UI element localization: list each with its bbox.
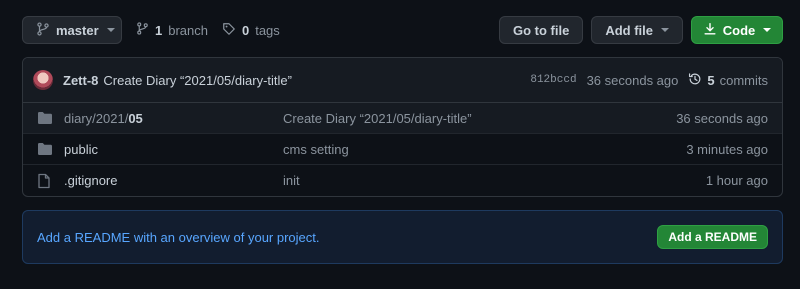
commit-history-link[interactable]: 5 commits — [688, 72, 768, 89]
file-browser: Zett-8 Create Diary “2021/05/diary-title… — [22, 57, 783, 197]
commit-word: commits — [719, 72, 768, 88]
commit-age: 36 seconds ago — [586, 72, 679, 88]
file-row[interactable]: public cms setting 3 minutes ago — [23, 134, 782, 165]
file-name[interactable]: .gitignore — [64, 173, 283, 188]
git-branch-icon — [36, 21, 50, 39]
file-commit-message[interactable]: init — [283, 173, 706, 188]
file-age: 1 hour ago — [705, 173, 768, 188]
branch-label: master — [56, 22, 99, 38]
code-button[interactable]: Code — [691, 16, 783, 44]
go-to-file-button[interactable]: Go to file — [498, 16, 584, 44]
file-commit-message[interactable]: cms setting — [283, 142, 686, 157]
branch-selector-button[interactable]: master — [22, 16, 122, 44]
branch-word: branch — [168, 22, 208, 38]
file-name[interactable]: public — [64, 142, 283, 157]
file-row[interactable]: .gitignore init 1 hour ago — [23, 165, 782, 196]
folder-icon — [37, 111, 53, 125]
tag-count: 0 — [241, 22, 250, 38]
commit-message[interactable]: Create Diary “2021/05/diary-title” — [103, 73, 292, 88]
file-name-strong: 05 — [128, 110, 143, 126]
chevron-down-icon — [661, 28, 669, 32]
file-age: 3 minutes ago — [686, 141, 768, 157]
go-to-file-label: Go to file — [512, 22, 570, 38]
add-file-button[interactable]: Add file — [591, 16, 683, 44]
commit-sha[interactable]: 812bccd — [530, 74, 576, 86]
download-icon — [703, 22, 717, 39]
file-name[interactable]: diary/2021/05 — [64, 111, 283, 126]
code-label: Code — [722, 22, 756, 38]
chevron-down-icon — [763, 28, 772, 32]
branches-link[interactable]: 1 branch — [136, 16, 208, 44]
chevron-down-icon — [106, 28, 115, 32]
file-row[interactable]: diary/2021/05 Create Diary “2021/05/diar… — [23, 103, 782, 134]
commit-author[interactable]: Zett-8 — [63, 73, 98, 88]
commit-count: 5 — [707, 72, 715, 88]
commit-meta: 812bccd 36 seconds ago 5 commits — [530, 72, 768, 89]
repo-toolbar: master 1 branch 0 tags Go to file Add fi… — [22, 16, 783, 44]
add-file-label: Add file — [605, 22, 653, 38]
tag-icon — [222, 22, 236, 39]
file-commit-message[interactable]: Create Diary “2021/05/diary-title” — [283, 111, 676, 126]
file-age: 36 seconds ago — [676, 110, 768, 126]
tag-word: tags — [255, 22, 280, 38]
avatar[interactable] — [33, 70, 53, 90]
git-branch-icon — [136, 22, 149, 38]
readme-prompt: Add a README with an overview of your pr… — [22, 210, 783, 264]
file-icon — [37, 173, 53, 189]
latest-commit-row: Zett-8 Create Diary “2021/05/diary-title… — [23, 58, 782, 103]
file-name-prefix: diary/2021/ — [64, 110, 129, 126]
readme-prompt-text: Add a README with an overview of your pr… — [37, 229, 320, 245]
branch-count: 1 — [155, 22, 163, 38]
history-icon — [688, 72, 702, 89]
folder-icon — [37, 142, 53, 156]
add-readme-label: Add a README — [668, 230, 757, 244]
tags-link[interactable]: 0 tags — [222, 16, 280, 44]
add-readme-button[interactable]: Add a README — [657, 225, 768, 249]
